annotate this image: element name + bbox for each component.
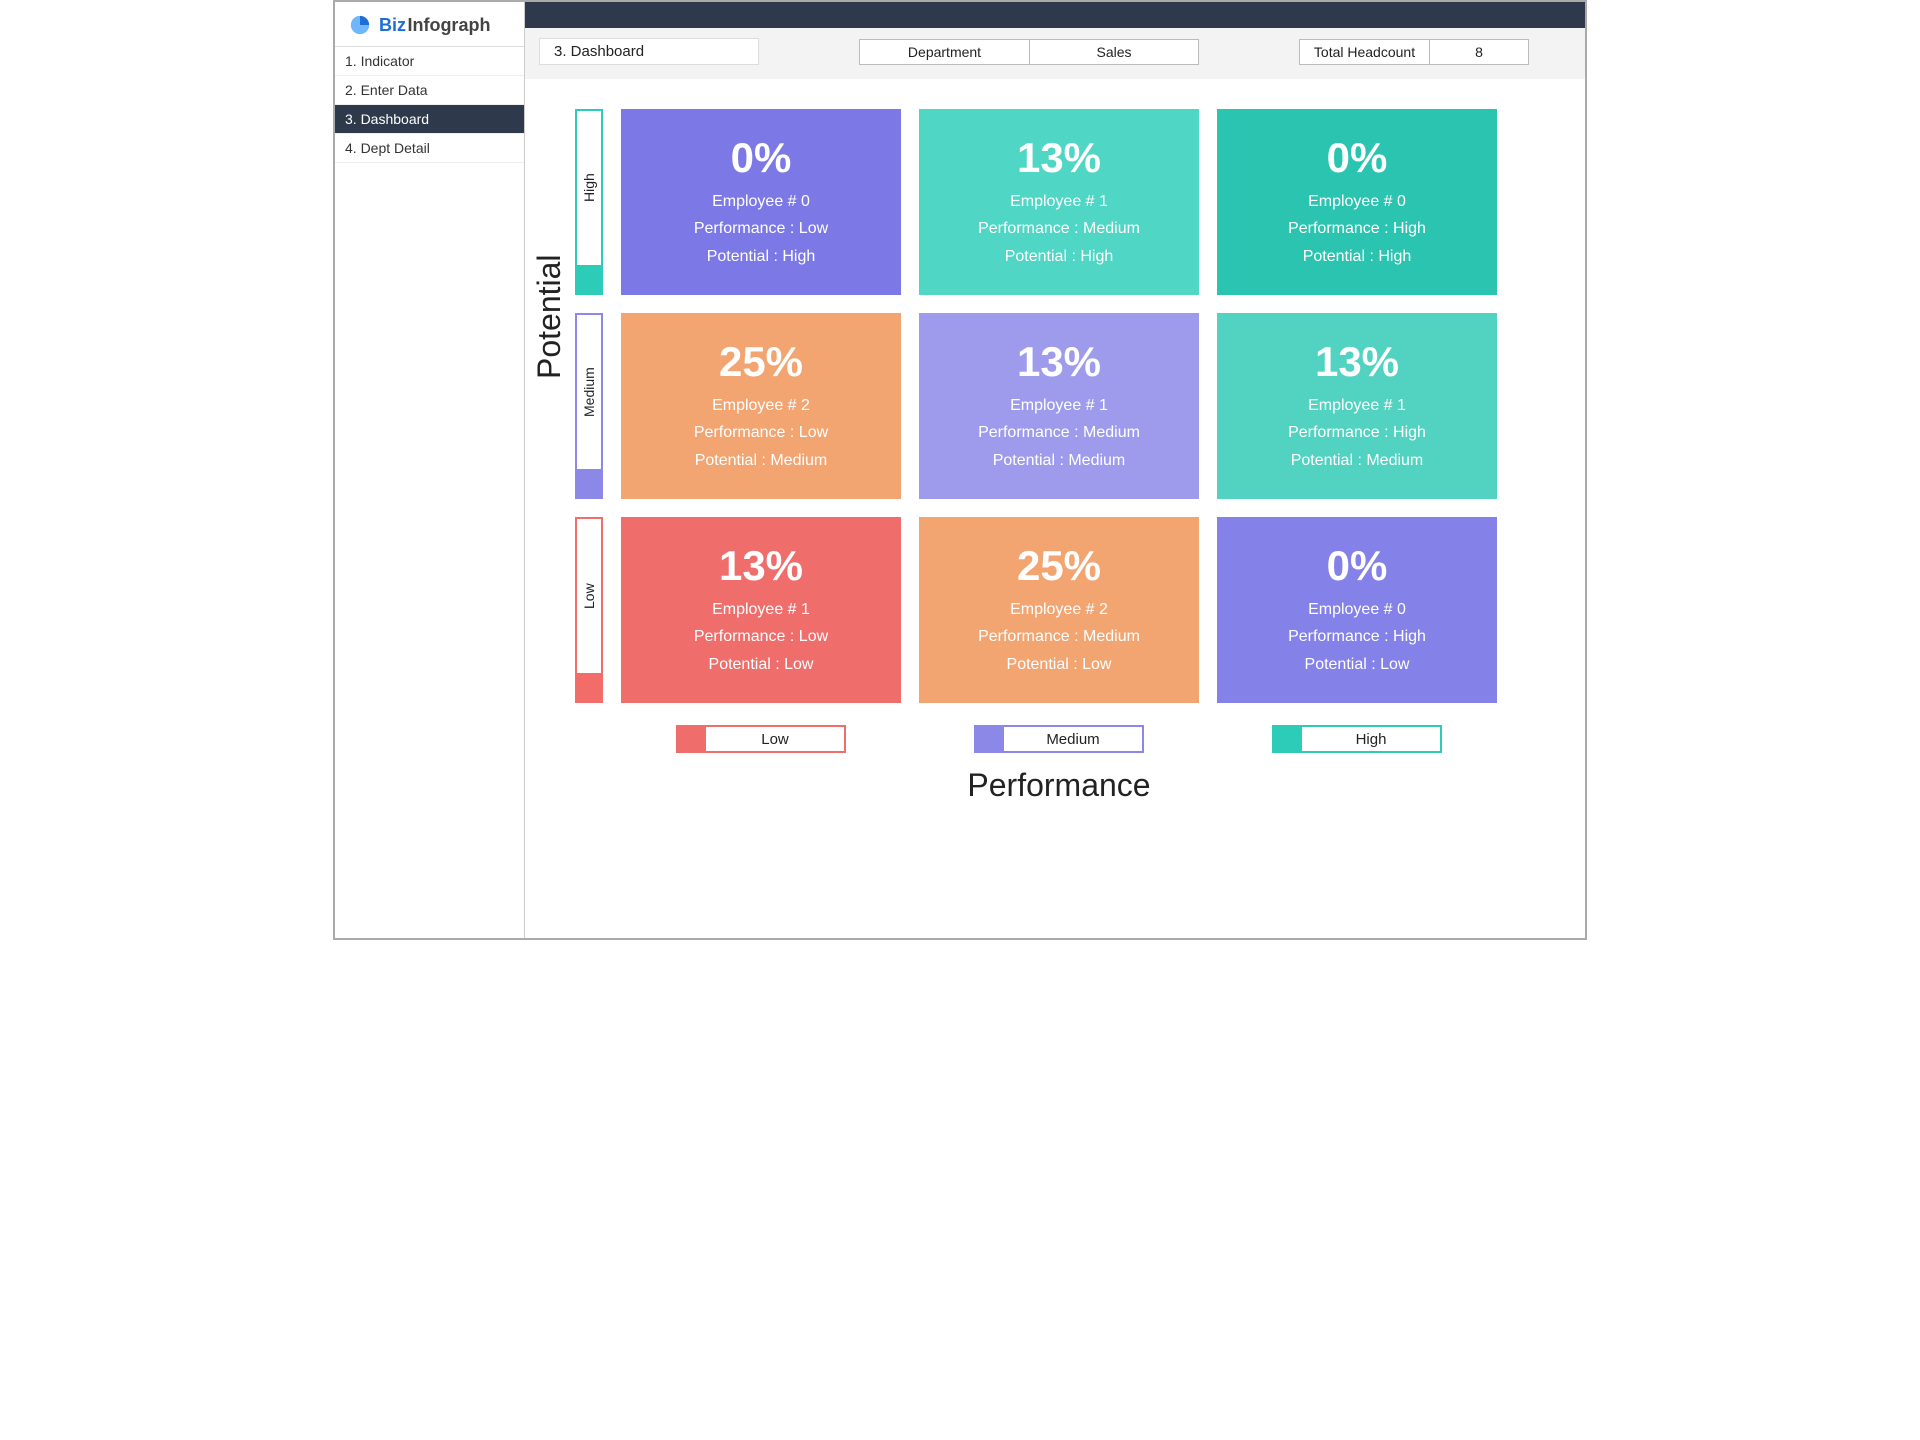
cell-employee: Employee # 0	[1308, 596, 1406, 623]
grid-cell-r2-c2[interactable]: 0% Employee # 0Performance : HighPotentia…	[1217, 517, 1497, 703]
nine-box-grid: High Medium Low 0%Employee # 0Performanc…	[575, 109, 1565, 703]
row-tag-high: High	[575, 109, 603, 295]
sidebar-item-dept-detail[interactable]: 4. Dept Detail	[335, 134, 524, 163]
cell-potential: Potential : Low	[709, 651, 814, 678]
cell-performance: Performance : Medium	[978, 419, 1140, 446]
header-row: 3. Dashboard Department Sales Total Head…	[525, 28, 1585, 79]
department-field: Department Sales	[859, 39, 1199, 65]
cell-percent: 0%	[1327, 134, 1388, 182]
app-window: Biz Infograph 1. Indicator 2. Enter Data…	[333, 0, 1587, 940]
dashboard-body: Potential High Medium Low	[525, 79, 1585, 938]
cell-percent: 13%	[1017, 338, 1101, 386]
cell-percent: 0%	[731, 134, 792, 182]
cell-performance: Performance : High	[1288, 419, 1426, 446]
col-tag-low: Low	[621, 725, 901, 753]
grid-cell-r1-c0[interactable]: 25% Employee # 2Performance : LowPotentia…	[621, 313, 901, 499]
cell-percent: 25%	[1017, 542, 1101, 590]
row-tag-low-label: Low	[581, 519, 597, 673]
cell-percent: 25%	[719, 338, 803, 386]
cell-potential: Potential : High	[1005, 243, 1114, 270]
col-tag-high: High	[1217, 725, 1497, 753]
headcount-label: Total Headcount	[1299, 39, 1429, 65]
cell-employee: Employee # 2	[1010, 596, 1108, 623]
grid-cell-r0-c2[interactable]: 0% Employee # 0Performance : HighPotentia…	[1217, 109, 1497, 295]
cell-potential: Potential : High	[1303, 243, 1412, 270]
row-tag-medium: Medium	[575, 313, 603, 499]
grid-cell-r2-c1[interactable]: 25% Employee # 2Performance : MediumPoten…	[919, 517, 1199, 703]
col-tag-medium: Medium	[919, 725, 1199, 753]
logo: Biz Infograph	[335, 2, 524, 47]
sidebar-item-indicator[interactable]: 1. Indicator	[335, 47, 524, 76]
cell-performance: Performance : High	[1288, 623, 1426, 650]
grid-cell-r1-c1[interactable]: 13% Employee # 1Performance : MediumPoten…	[919, 313, 1199, 499]
row-tag-low: Low	[575, 517, 603, 703]
main-panel: 3. Dashboard Department Sales Total Head…	[525, 2, 1585, 938]
cell-potential: Potential : Low	[1007, 651, 1112, 678]
sidebar-item-enter-data[interactable]: 2. Enter Data	[335, 76, 524, 105]
sidebar-item-dashboard[interactable]: 3. Dashboard	[335, 105, 524, 134]
col-tag-low-label: Low	[706, 727, 844, 751]
pie-chart-icon	[349, 14, 371, 36]
x-axis-title: Performance	[621, 767, 1497, 804]
page-title: 3. Dashboard	[539, 38, 759, 65]
grid-cell-r0-c0[interactable]: 0% Employee # 0Performance : LowPotential…	[621, 109, 901, 295]
cell-potential: Potential : Medium	[993, 447, 1126, 474]
sidebar: Biz Infograph 1. Indicator 2. Enter Data…	[335, 2, 525, 938]
cell-employee: Employee # 1	[712, 596, 810, 623]
cell-percent: 13%	[719, 542, 803, 590]
cell-percent: 0%	[1327, 542, 1388, 590]
department-value[interactable]: Sales	[1029, 39, 1199, 65]
cell-performance: Performance : Low	[694, 623, 828, 650]
col-tag-medium-label: Medium	[1004, 727, 1142, 751]
cell-performance: Performance : Medium	[978, 623, 1140, 650]
cell-potential: Potential : Medium	[1291, 447, 1424, 474]
cell-percent: 13%	[1017, 134, 1101, 182]
cells-grid: 0%Employee # 0Performance : LowPotential…	[621, 109, 1497, 703]
logo-text-info: Infograph	[407, 15, 490, 35]
cell-percent: 13%	[1315, 338, 1399, 386]
department-label: Department	[859, 39, 1029, 65]
headcount-value: 8	[1429, 39, 1529, 65]
grid-cell-r2-c0[interactable]: 13% Employee # 1Performance : LowPotentia…	[621, 517, 901, 703]
cell-potential: Potential : Low	[1305, 651, 1410, 678]
logo-text-biz: Biz	[379, 15, 406, 35]
grid-cell-r1-c2[interactable]: 13% Employee # 1Performance : HighPotenti…	[1217, 313, 1497, 499]
cell-potential: Potential : High	[707, 243, 816, 270]
cell-employee: Employee # 1	[1010, 392, 1108, 419]
y-axis-title: Potential	[531, 254, 568, 379]
cell-potential: Potential : Medium	[695, 447, 828, 474]
grid-cell-r0-c1[interactable]: 13% Employee # 1Performance : MediumPoten…	[919, 109, 1199, 295]
cell-performance: Performance : Low	[694, 215, 828, 242]
top-bar	[525, 2, 1585, 28]
cell-employee: Employee # 1	[1308, 392, 1406, 419]
cell-employee: Employee # 1	[1010, 188, 1108, 215]
cell-employee: Employee # 0	[1308, 188, 1406, 215]
row-tag-medium-label: Medium	[581, 315, 597, 469]
cell-performance: Performance : Low	[694, 419, 828, 446]
cell-employee: Employee # 2	[712, 392, 810, 419]
row-tag-high-label: High	[581, 111, 597, 265]
headcount-field: Total Headcount 8	[1299, 39, 1529, 65]
row-tags: High Medium Low	[575, 109, 603, 703]
cell-employee: Employee # 0	[712, 188, 810, 215]
col-tags: Low Medium High	[621, 725, 1565, 753]
cell-performance: Performance : Medium	[978, 215, 1140, 242]
cell-performance: Performance : High	[1288, 215, 1426, 242]
col-tag-high-label: High	[1302, 727, 1440, 751]
